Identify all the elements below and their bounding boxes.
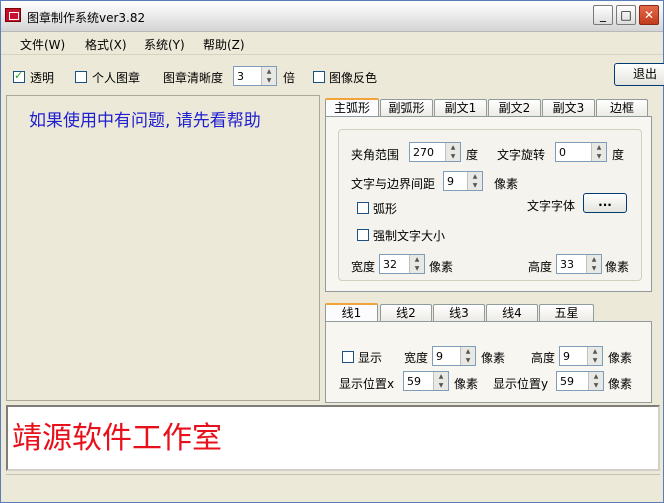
arc-settings-group: 夹角范围 270 ▲ ▼ 度 文字旋转 0 ▲ ▼ 度 文字与边界间距 9 ▲ ▼ 像… [338, 129, 642, 281]
line-width-unit: 像素 [481, 351, 506, 365]
arc-label: 弧形 [373, 202, 398, 216]
posx-unit: 像素 [454, 377, 479, 391]
spinner-arrows-icon[interactable]: ▲ ▼ [460, 347, 475, 365]
maximize-button[interactable]: □ [616, 5, 636, 25]
spinner-arrows-icon[interactable]: ▲ ▼ [591, 143, 606, 161]
spinner-arrows-icon[interactable]: ▲ ▼ [409, 255, 424, 273]
app-seal-icon [5, 8, 21, 22]
line-width-spinner[interactable]: 9 ▲ ▼ [432, 346, 476, 366]
personal-seal-label: 个人图章 [92, 71, 141, 85]
left-pane: 如果使用中有问题, 请先看帮助 [6, 95, 320, 401]
tab-line-3[interactable]: 线3 [433, 304, 485, 321]
spinner-arrows-icon[interactable]: ▲ ▼ [433, 372, 448, 390]
force-size-checkbox[interactable] [357, 229, 369, 241]
spinner-arrows-icon[interactable]: ▲ ▼ [586, 255, 601, 273]
angle-label: 夹角范围 [351, 148, 400, 162]
line-width-label: 宽度 [404, 351, 429, 365]
spinner-arrows-icon[interactable]: ▲ ▼ [588, 372, 603, 390]
app-window: 图章制作系统ver3.82 _ □ ✕ 文件(W) 格式(X) 系统(Y) 帮助… [0, 0, 664, 503]
angle-spinner[interactable]: 270 ▲ ▼ [409, 142, 461, 162]
menu-system[interactable]: 系统(Y) [144, 36, 185, 53]
height-spinner[interactable]: 33 ▲ ▼ [556, 254, 602, 274]
spinner-arrows-icon[interactable]: ▲ ▼ [261, 67, 276, 85]
margin-unit: 像素 [494, 177, 519, 191]
title-bar: 图章制作系统ver3.82 _ □ ✕ [1, 1, 663, 32]
toolbar: 透明 个人图章 图章清晰度 3 ▲▼ 倍 图像反色 退出 [1, 55, 664, 93]
margin-label: 文字与边界间距 [351, 177, 436, 191]
line-height-value: 9 [563, 350, 570, 363]
line-height-unit: 像素 [608, 351, 633, 365]
spinner-arrows-icon[interactable]: ▲ ▼ [467, 172, 482, 190]
clarity-value: 3 [237, 70, 244, 83]
rotate-value: 0 [559, 146, 566, 159]
line-tab-strip: 线1 线2 线3 线4 五星 [325, 303, 595, 322]
posx-spinner[interactable]: 59 ▲ ▼ [403, 371, 449, 391]
window-title: 图章制作系统ver3.82 [27, 11, 146, 25]
font-picker-button[interactable]: ... [583, 193, 627, 213]
clarity-label: 图章清晰度 [163, 71, 224, 85]
line-panel: 显示 宽度 9 ▲ ▼ 像素 高度 9 ▲ ▼ 像素 显示位置x 59 ▲ ▼ 像素 … [325, 321, 652, 403]
line-height-spinner[interactable]: 9 ▲ ▼ [559, 346, 603, 366]
tab-sub-text-1[interactable]: 副文1 [434, 99, 487, 116]
tab-line-4[interactable]: 线4 [486, 304, 538, 321]
height-unit: 像素 [605, 260, 630, 274]
transparent-checkbox[interactable] [13, 69, 25, 83]
height-label: 高度 [528, 260, 553, 274]
tab-sub-arc[interactable]: 副弧形 [380, 99, 433, 116]
line-height-label: 高度 [531, 351, 556, 365]
show-line-label: 显示 [358, 351, 383, 365]
status-bar [6, 474, 660, 499]
posy-spinner[interactable]: 59 ▲ ▼ [556, 371, 604, 391]
posy-unit: 像素 [608, 377, 633, 391]
width-label: 宽度 [351, 260, 376, 274]
tab-line-1[interactable]: 线1 [325, 303, 378, 322]
menu-bar: 文件(W) 格式(X) 系统(Y) 帮助(Z) [1, 32, 663, 55]
height-value: 33 [560, 258, 574, 271]
menu-format[interactable]: 格式(X) [85, 36, 127, 53]
studio-name-text: 靖源软件工作室 [12, 421, 222, 456]
force-size-label: 强制文字大小 [373, 229, 446, 243]
help-notice: 如果使用中有问题, 请先看帮助 [29, 111, 261, 131]
clarity-spinner[interactable]: 3 ▲ ▼ [233, 66, 277, 86]
exit-button[interactable]: 退出 [614, 63, 664, 86]
seal-text-area[interactable]: 靖源软件工作室 [6, 405, 660, 471]
arc-checkbox[interactable] [357, 202, 369, 214]
margin-spinner[interactable]: 9 ▲ ▼ [443, 171, 483, 191]
menu-file[interactable]: 文件(W) [20, 36, 65, 53]
rotate-label: 文字旋转 [497, 148, 546, 162]
transparent-label: 透明 [30, 71, 55, 85]
minimize-button[interactable]: _ [593, 5, 613, 25]
tab-sub-text-2[interactable]: 副文2 [488, 99, 541, 116]
width-value: 32 [383, 258, 397, 271]
angle-value: 270 [413, 146, 434, 159]
close-button[interactable]: ✕ [639, 5, 659, 25]
spinner-arrows-icon[interactable]: ▲ ▼ [587, 347, 602, 365]
tab-five-star[interactable]: 五星 [539, 304, 594, 321]
posx-label: 显示位置x [339, 377, 395, 391]
show-line-checkbox[interactable] [342, 351, 354, 363]
width-spinner[interactable]: 32 ▲ ▼ [379, 254, 425, 274]
angle-unit: 度 [466, 148, 479, 162]
spinner-arrows-icon[interactable]: ▲ ▼ [445, 143, 460, 161]
tab-line-2[interactable]: 线2 [380, 304, 432, 321]
line-width-value: 9 [436, 350, 443, 363]
invert-checkbox[interactable] [313, 71, 325, 83]
font-label: 文字字体 [527, 199, 576, 213]
posy-label: 显示位置y [493, 377, 549, 391]
rotate-unit: 度 [612, 148, 625, 162]
posy-value: 59 [560, 375, 574, 388]
invert-label: 图像反色 [329, 71, 378, 85]
margin-value: 9 [447, 175, 454, 188]
menu-help[interactable]: 帮助(Z) [203, 36, 245, 53]
tab-main-arc[interactable]: 主弧形 [325, 98, 379, 117]
tab-border[interactable]: 边框 [596, 99, 648, 116]
tab-sub-text-3[interactable]: 副文3 [542, 99, 595, 116]
main-arc-panel: 夹角范围 270 ▲ ▼ 度 文字旋转 0 ▲ ▼ 度 文字与边界间距 9 ▲ ▼ 像… [325, 116, 652, 292]
posx-value: 59 [407, 375, 421, 388]
rotate-spinner[interactable]: 0 ▲ ▼ [555, 142, 607, 162]
personal-seal-checkbox[interactable] [75, 71, 87, 83]
clarity-unit: 倍 [283, 71, 296, 85]
width-unit: 像素 [429, 260, 454, 274]
main-tab-strip: 主弧形 副弧形 副文1 副文2 副文3 边框 [325, 98, 649, 117]
